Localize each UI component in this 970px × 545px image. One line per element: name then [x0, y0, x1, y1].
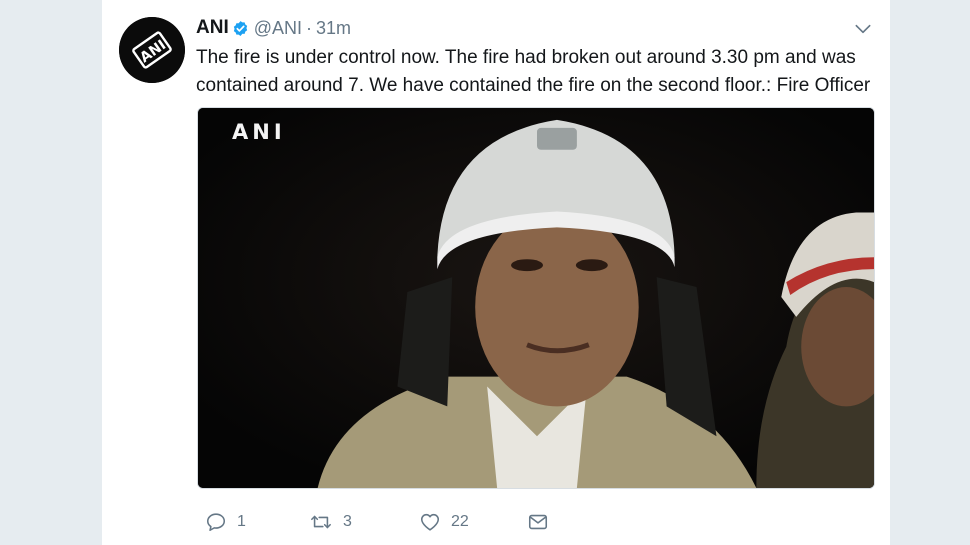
- verified-badge-icon: [232, 20, 249, 37]
- media-watermark: ANI: [232, 120, 286, 144]
- retweet-count: 3: [343, 513, 352, 530]
- tweet-card[interactable]: ANI ANI @ANI · 31m The fire is under con…: [102, 0, 890, 545]
- video-still-icon: [198, 108, 874, 488]
- tweet-text-line: contained around 7. We have contained th…: [196, 75, 871, 96]
- tweet-header: ANI @ANI · 31m: [196, 16, 351, 40]
- tweet-text: The fire is under control now. The fire …: [196, 44, 886, 100]
- envelope-icon: [528, 514, 548, 530]
- author-avatar[interactable]: ANI: [119, 17, 185, 83]
- tweet-timestamp[interactable]: 31m: [316, 18, 351, 39]
- heart-icon: [420, 513, 440, 531]
- retweet-button[interactable]: 3: [309, 508, 352, 536]
- like-button[interactable]: 22: [419, 508, 469, 536]
- tweet-menu-caret[interactable]: [852, 18, 874, 40]
- chevron-down-icon: [855, 24, 871, 34]
- tweet-media[interactable]: ANI: [197, 107, 875, 489]
- like-count: 22: [451, 513, 469, 530]
- reply-count: 1: [237, 513, 246, 530]
- retweet-icon: [311, 515, 331, 529]
- reply-icon: [206, 513, 226, 532]
- tweet-text-line: The fire is under control now. The fire …: [196, 47, 856, 68]
- direct-message-button[interactable]: [527, 508, 549, 536]
- ani-logo-icon: ANI: [119, 17, 185, 83]
- author-name[interactable]: ANI: [196, 17, 229, 39]
- header-separator: ·: [306, 17, 313, 38]
- author-handle[interactable]: @ANI: [254, 18, 302, 39]
- tweet-actions: 1 3 22: [197, 508, 797, 536]
- reply-button[interactable]: 1: [205, 508, 246, 536]
